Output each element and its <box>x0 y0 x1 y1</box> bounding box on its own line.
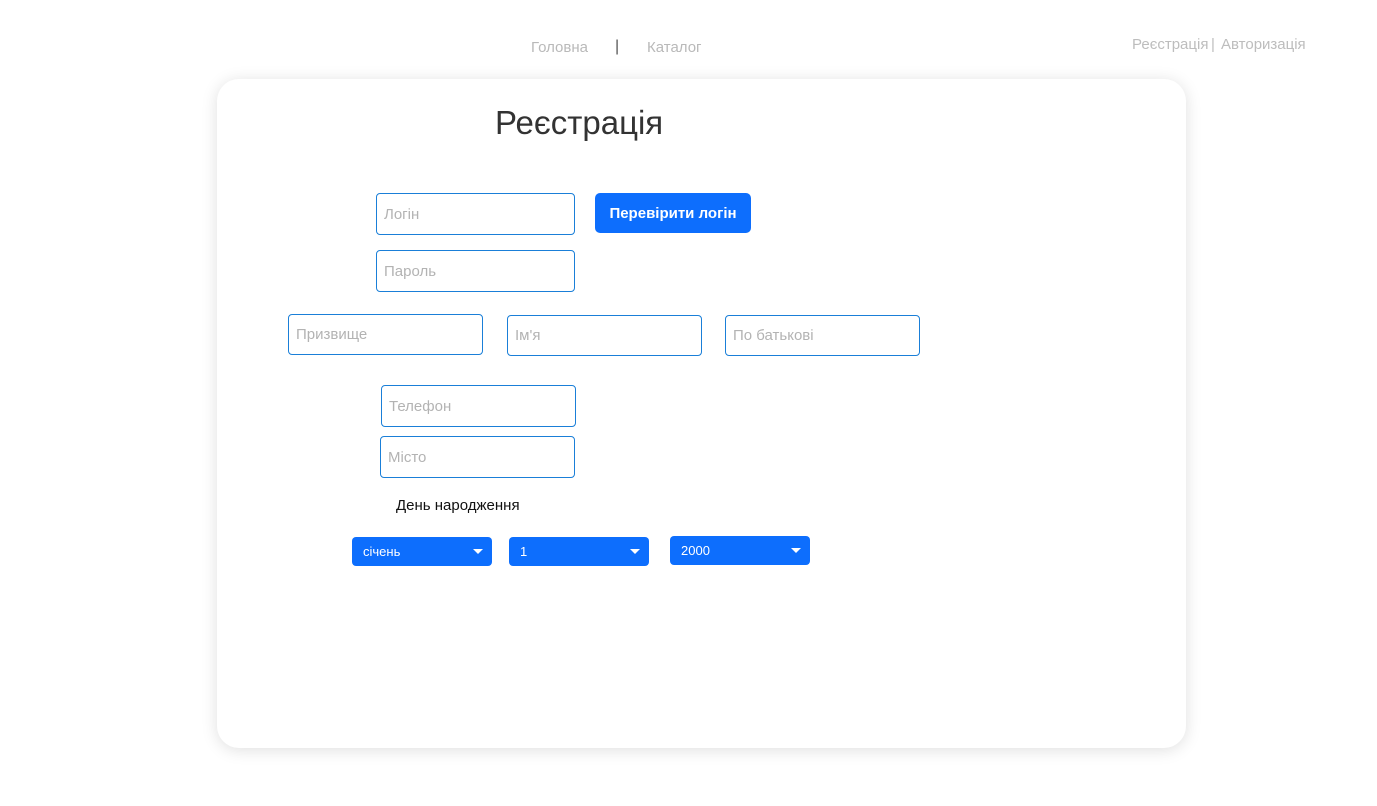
nav-separator: | <box>615 38 620 55</box>
login-input[interactable] <box>376 193 575 235</box>
page-title: Реєстрація <box>495 104 664 141</box>
birthday-label: День народження <box>396 497 520 514</box>
phone-input[interactable] <box>381 385 576 427</box>
auth-register-link[interactable]: Реєстрація <box>1132 36 1208 53</box>
registration-page: Головна | Каталог Реєстрація | Авторизац… <box>0 0 1377 806</box>
nav-catalog-link[interactable]: Каталог <box>647 39 702 56</box>
caret-down-icon <box>791 548 801 553</box>
registration-card <box>217 79 1186 748</box>
year-select-value: 2000 <box>681 543 710 558</box>
patronymic-input[interactable] <box>725 315 920 356</box>
caret-down-icon <box>473 549 483 554</box>
nav-home-link[interactable]: Головна <box>531 39 588 56</box>
password-input[interactable] <box>376 250 575 292</box>
auth-separator: | <box>1211 36 1215 53</box>
check-login-button[interactable]: Перевірити логін <box>595 193 751 233</box>
name-input[interactable] <box>507 315 702 356</box>
auth-login-link[interactable]: Авторизація <box>1221 36 1306 53</box>
city-input[interactable] <box>380 436 575 478</box>
month-select-value: січень <box>363 544 401 559</box>
day-select[interactable]: 1 <box>509 537 649 566</box>
month-select[interactable]: січень <box>352 537 492 566</box>
day-select-value: 1 <box>520 544 528 559</box>
caret-down-icon <box>630 549 640 554</box>
year-select[interactable]: 2000 <box>670 536 810 565</box>
surname-input[interactable] <box>288 314 483 355</box>
